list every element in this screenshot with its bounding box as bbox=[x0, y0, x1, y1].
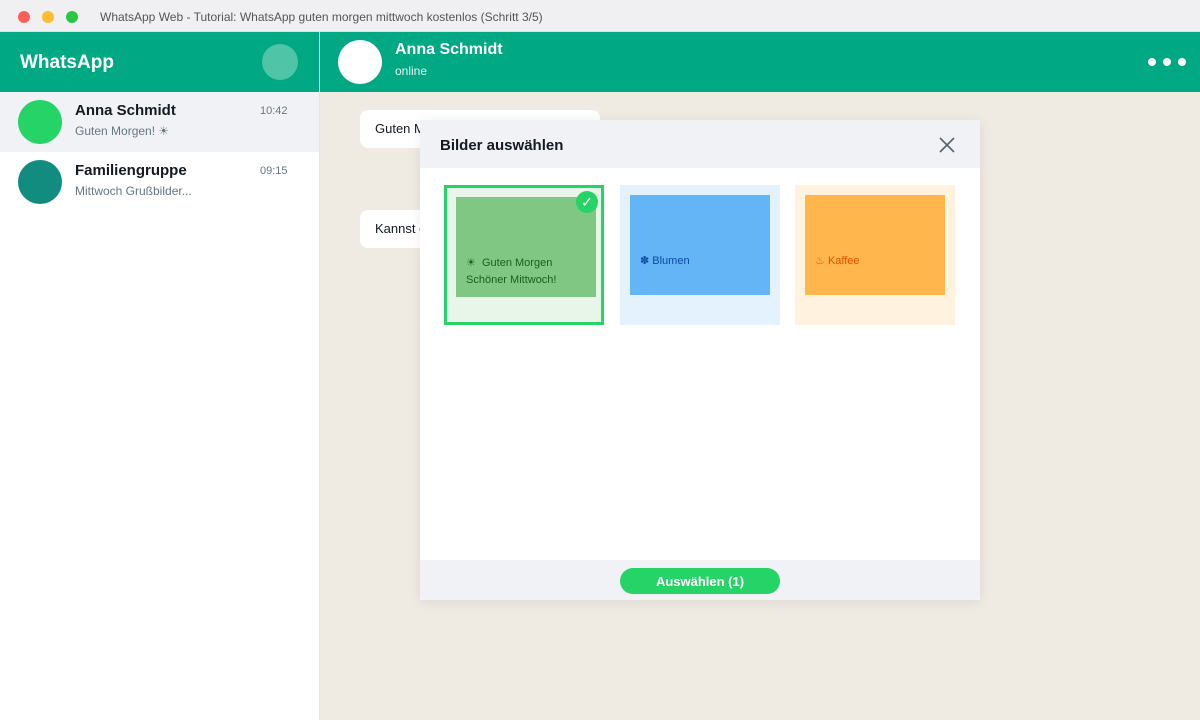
menu-dot bbox=[1178, 58, 1186, 66]
chat-time: 10:42 bbox=[260, 105, 288, 117]
image-caption: ♨ Kaffee bbox=[815, 253, 860, 270]
image-caption: ☀ Guten Morgen Schöner Mittwoch! bbox=[466, 255, 556, 289]
image-option-blumen[interactable]: ✽ Blumen bbox=[620, 185, 780, 325]
image-preview: ☀ Guten Morgen Schöner Mittwoch! bbox=[456, 197, 596, 297]
image-caption-label: Blumen bbox=[652, 255, 690, 267]
window-titlebar: WhatsApp Web - Tutorial: WhatsApp guten … bbox=[0, 0, 1200, 32]
close-window-button[interactable] bbox=[18, 11, 30, 23]
dialog-header: Bilder auswählen bbox=[420, 120, 980, 168]
dialog-footer: Auswählen (1) bbox=[420, 560, 980, 600]
chat-item-familiengruppe[interactable]: Familiengruppe 09:15 Mittwoch Grußbilder… bbox=[0, 152, 319, 212]
image-caption: ✽ Blumen bbox=[640, 253, 690, 270]
menu-dot bbox=[1163, 58, 1171, 66]
menu-dot bbox=[1148, 58, 1156, 66]
contact-status: online bbox=[395, 64, 428, 78]
contact-name[interactable]: Anna Schmidt bbox=[395, 41, 503, 59]
chat-preview: Guten Morgen! ☀ bbox=[75, 124, 170, 138]
more-options-icon[interactable] bbox=[1148, 58, 1186, 66]
flower-icon: ✽ bbox=[640, 255, 650, 267]
maximize-window-button[interactable] bbox=[66, 11, 78, 23]
image-caption-line2: Schöner Mittwoch! bbox=[466, 274, 557, 286]
chat-name: Familiengruppe bbox=[75, 162, 187, 179]
contact-avatar[interactable] bbox=[338, 40, 382, 84]
image-preview: ♨ Kaffee bbox=[805, 195, 945, 295]
coffee-icon: ♨ bbox=[815, 255, 825, 267]
image-preview: ✽ Blumen bbox=[630, 195, 770, 295]
chat-preview: Mittwoch Grußbilder... bbox=[75, 184, 192, 198]
image-option-guten-morgen[interactable]: ☀ Guten Morgen Schöner Mittwoch! ✓ bbox=[444, 185, 604, 325]
chat-avatar bbox=[18, 160, 62, 204]
chat-name: Anna Schmidt bbox=[75, 102, 176, 119]
image-caption-line1: Guten Morgen bbox=[482, 257, 553, 269]
select-images-button[interactable]: Auswählen (1) bbox=[620, 568, 780, 594]
sidebar-header: WhatsApp bbox=[0, 32, 319, 92]
chat-header: Anna Schmidt online bbox=[320, 32, 1200, 92]
image-option-kaffee[interactable]: ♨ Kaffee bbox=[795, 185, 955, 325]
chat-item-anna-schmidt[interactable]: Anna Schmidt 10:42 Guten Morgen! ☀ bbox=[0, 92, 319, 152]
dialog-title: Bilder auswählen bbox=[440, 137, 564, 154]
close-icon[interactable] bbox=[938, 136, 956, 154]
app-name: WhatsApp bbox=[20, 52, 114, 73]
chat-avatar bbox=[18, 100, 62, 144]
image-caption-label: Kaffee bbox=[827, 255, 860, 267]
chat-time: 09:15 bbox=[260, 165, 288, 177]
window-title: WhatsApp Web - Tutorial: WhatsApp guten … bbox=[100, 10, 543, 24]
selected-check-icon: ✓ bbox=[576, 191, 598, 213]
image-picker-dialog: Bilder auswählen ☀ Guten Morgen Schöner … bbox=[420, 120, 980, 600]
sun-icon: ☀ bbox=[466, 257, 476, 269]
minimize-window-button[interactable] bbox=[42, 11, 54, 23]
sidebar: WhatsApp Anna Schmidt 10:42 Guten Morgen… bbox=[0, 32, 320, 720]
profile-avatar[interactable] bbox=[262, 44, 298, 80]
